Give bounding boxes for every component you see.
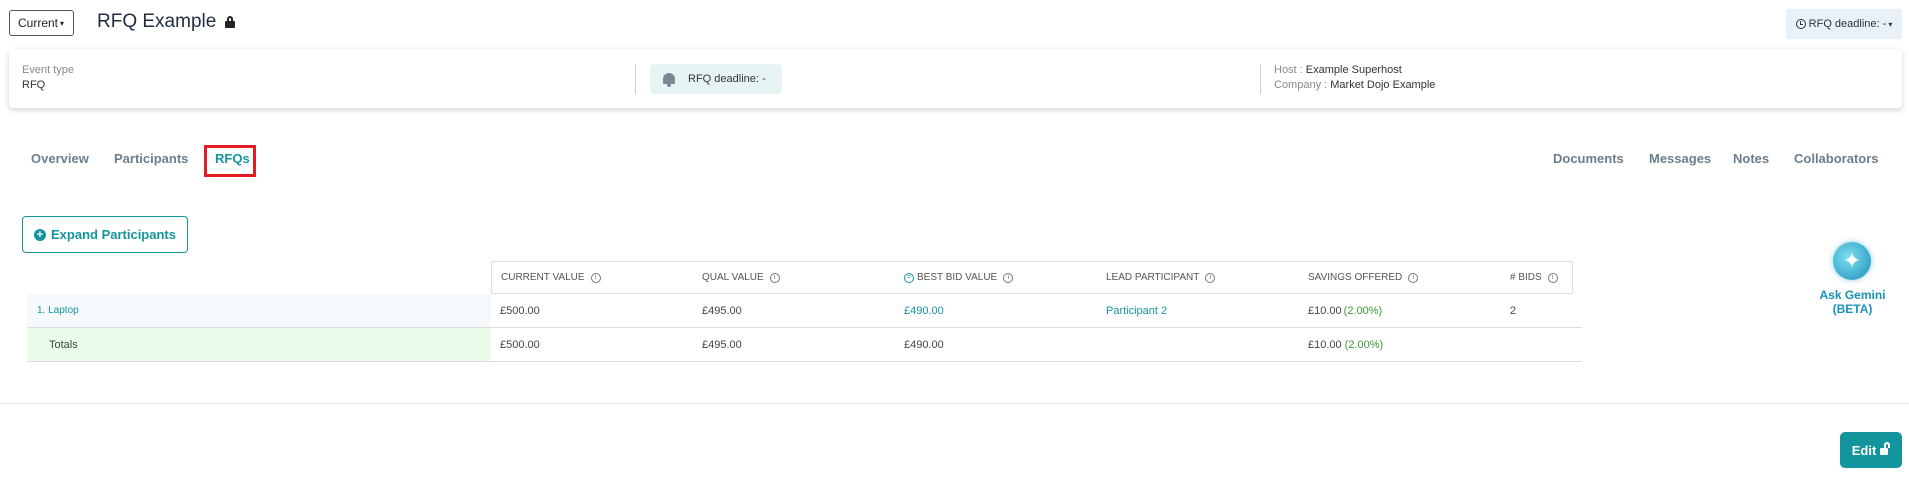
unlock-icon bbox=[1880, 442, 1891, 455]
table-row-totals: Totals £500.00 £495.00 £490.00 £10.00 (2… bbox=[27, 328, 1582, 362]
savings-cell: £10.00 (2.00%) bbox=[1299, 294, 1501, 327]
column-header: QUAL VALUE i bbox=[693, 261, 895, 294]
savings-value: £10.00 bbox=[1308, 304, 1342, 317]
info-icon[interactable]: i bbox=[769, 272, 780, 283]
company-value: Market Dojo Example bbox=[1330, 79, 1436, 91]
event-type-value: RFQ bbox=[22, 79, 46, 91]
info-icon[interactable]: i bbox=[1003, 272, 1014, 283]
caret-down-icon: ▾ bbox=[1888, 19, 1893, 29]
deadline-pill-text: RFQ deadline: - bbox=[688, 73, 766, 85]
column-header: LEAD PARTICIPANT i bbox=[1097, 261, 1299, 294]
edit-button-label: Edit bbox=[1851, 442, 1877, 458]
company-label: Company : bbox=[1274, 79, 1331, 91]
lead-participant-link[interactable]: Participant 2 bbox=[1097, 294, 1299, 327]
column-header: CURRENT VALUE i bbox=[491, 261, 693, 294]
bids-cell: 2 bbox=[1510, 304, 1517, 317]
edit-button[interactable]: Edit bbox=[1840, 432, 1902, 468]
ask-gemini-label[interactable]: Ask Gemini (BETA) bbox=[1800, 288, 1905, 316]
section-divider bbox=[0, 403, 1909, 404]
version-select-value: Current bbox=[18, 16, 59, 30]
gemini-sparkle-icon[interactable]: ✦ bbox=[1833, 242, 1871, 280]
equal-icon: = bbox=[904, 272, 914, 283]
tab-messages[interactable]: Messages bbox=[1649, 151, 1711, 166]
tab-overview[interactable]: Overview bbox=[31, 151, 89, 166]
lead-participant-total bbox=[1097, 328, 1299, 361]
column-header-label: CURRENT VALUE bbox=[501, 272, 585, 283]
tab-participants[interactable]: Participants bbox=[114, 151, 188, 166]
event-type-block: Event type RFQ bbox=[22, 64, 74, 91]
event-type-label: Event type bbox=[22, 64, 74, 76]
card-divider bbox=[635, 64, 636, 94]
table-header: CURRENT VALUE i QUAL VALUE i = BEST BID … bbox=[27, 261, 1582, 294]
column-header-label: SAVINGS OFFERED bbox=[1308, 272, 1403, 283]
savings-total-cell: £10.00 (2.00%) bbox=[1299, 328, 1501, 361]
caret-down-icon: ▾ bbox=[60, 18, 65, 28]
best-bid-value-total: £490.00 bbox=[904, 338, 944, 351]
current-value-cell: £500.00 bbox=[500, 304, 540, 317]
expand-participants-button[interactable]: + Expand Participants bbox=[22, 216, 188, 253]
info-icon[interactable]: i bbox=[590, 272, 601, 283]
table-row: 1. Laptop £500.00 £495.00 £490.00 Partic… bbox=[27, 294, 1582, 328]
card-divider bbox=[1260, 64, 1261, 94]
tab-collaborators[interactable]: Collaborators bbox=[1794, 151, 1879, 166]
qual-value-cell: £495.00 bbox=[702, 304, 742, 317]
savings-percent: (2.00%) bbox=[1343, 304, 1383, 317]
header-spacer bbox=[27, 261, 491, 294]
active-tab-highlight bbox=[204, 145, 256, 177]
savings-total-percent: (2.00%) bbox=[1344, 338, 1384, 351]
event-info-card bbox=[9, 49, 1902, 108]
tab-notes[interactable]: Notes bbox=[1733, 151, 1769, 166]
tab-documents[interactable]: Documents bbox=[1553, 151, 1624, 166]
deadline-dropdown-label: RFQ deadline: - bbox=[1808, 18, 1887, 30]
deadline-dropdown-button[interactable]: RFQ deadline: - ▾ bbox=[1786, 9, 1902, 39]
column-header-label: QUAL VALUE bbox=[702, 272, 764, 283]
host-label: Host : bbox=[1274, 64, 1306, 76]
host-company-block: Host : Example Superhost Company : Marke… bbox=[1274, 64, 1435, 91]
column-header-label: # BIDS bbox=[1510, 272, 1542, 283]
lot-name-link[interactable]: 1. Laptop bbox=[27, 294, 491, 327]
savings-total: £10.00 bbox=[1308, 338, 1342, 351]
page-title-text: RFQ Example bbox=[97, 11, 217, 32]
bids-total bbox=[1501, 328, 1573, 361]
column-header: SAVINGS OFFERED i bbox=[1299, 261, 1501, 294]
plus-circle-icon: + bbox=[34, 228, 46, 241]
deadline-pill: RFQ deadline: - bbox=[650, 64, 782, 94]
page-title: RFQ Example bbox=[97, 11, 236, 33]
info-icon[interactable]: i bbox=[1547, 272, 1558, 283]
column-header: # BIDS i bbox=[1501, 261, 1573, 294]
current-value-total: £500.00 bbox=[500, 338, 540, 351]
totals-label: Totals bbox=[27, 328, 491, 361]
info-icon[interactable]: i bbox=[1408, 272, 1419, 283]
clock-icon bbox=[1795, 19, 1806, 29]
best-bid-value-link[interactable]: £490.00 bbox=[895, 294, 1097, 327]
bell-icon bbox=[662, 72, 676, 87]
column-header: = BEST BID VALUE i bbox=[895, 261, 1097, 294]
column-header-label: LEAD PARTICIPANT bbox=[1106, 272, 1200, 283]
column-header-label: BEST BID VALUE bbox=[917, 272, 998, 283]
host-value: Example Superhost bbox=[1305, 64, 1402, 76]
lock-icon bbox=[225, 16, 236, 28]
info-icon[interactable]: i bbox=[1205, 272, 1216, 283]
version-select[interactable]: Current ▾ bbox=[9, 10, 74, 36]
qual-value-total: £495.00 bbox=[702, 338, 742, 351]
expand-participants-label: Expand Participants bbox=[51, 227, 176, 242]
